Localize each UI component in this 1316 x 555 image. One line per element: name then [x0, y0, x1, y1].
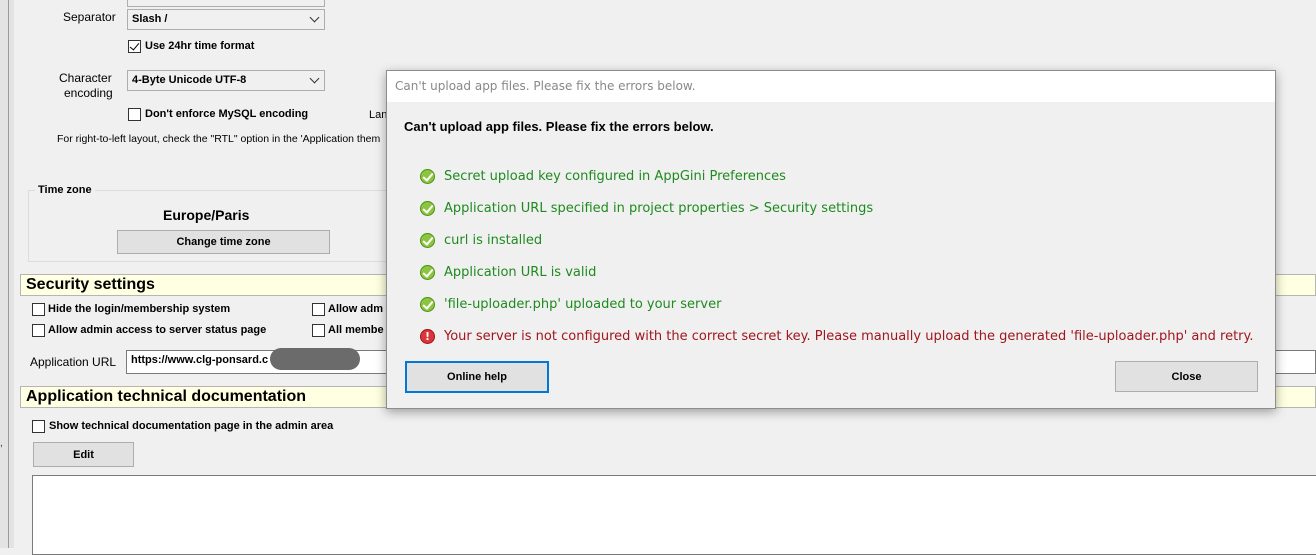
- encoding-value: 4-Byte Unicode UTF-8: [132, 74, 247, 86]
- tech-doc-textarea[interactable]: [32, 475, 1316, 555]
- check-text: 'file-uploader.php' uploaded to your ser…: [444, 296, 722, 312]
- all-members-label: All membe: [328, 324, 384, 336]
- encoding-label-line1: Character: [59, 71, 112, 85]
- check-text: Application URL is valid: [444, 264, 597, 280]
- hide-login-label: Hide the login/membership system: [48, 303, 231, 315]
- encoding-label-line2: encoding: [64, 86, 113, 100]
- check-circle-icon: [420, 296, 435, 312]
- check-row-app-url-valid: Application URL is valid: [420, 263, 596, 281]
- online-help-button[interactable]: Online help: [405, 361, 549, 393]
- allow-admin-status-label: Allow admin access to server status page: [48, 324, 267, 336]
- allow-admin-status-checkbox[interactable]: [32, 324, 45, 337]
- upload-error-dialog: Can't upload app files. Please fix the e…: [386, 70, 1276, 409]
- top-cutoff-select[interactable]: [127, 0, 325, 7]
- check-row-app-url-specified: Application URL specified in project pro…: [420, 199, 873, 217]
- security-settings-title: Security settings: [26, 276, 155, 293]
- chevron-down-icon: [309, 73, 320, 84]
- encoding-select[interactable]: 4-Byte Unicode UTF-8: [127, 70, 325, 91]
- dialog-titlebar[interactable]: Can't upload app files. Please fix the e…: [387, 71, 1275, 102]
- exclamation-circle-icon: !: [420, 328, 435, 344]
- check-circle-icon: [420, 232, 435, 248]
- dont-enforce-label: Don't enforce MySQL encoding: [145, 108, 309, 120]
- language-label: Lan: [369, 109, 388, 121]
- error-text: Your server is not configured with the c…: [444, 328, 1254, 344]
- check-text: curl is installed: [444, 232, 543, 248]
- edit-button[interactable]: Edit: [33, 442, 134, 467]
- use-24hr-label: Use 24hr time format: [145, 40, 255, 52]
- check-row-uploader-uploaded: 'file-uploader.php' uploaded to your ser…: [420, 295, 721, 313]
- show-doc-checkbox[interactable]: [32, 420, 45, 433]
- edge-mark: ,: [0, 438, 3, 449]
- app-url-value: https://www.clg-ponsard.c: [131, 354, 269, 366]
- allow-admin-checkbox[interactable]: [312, 303, 325, 316]
- redaction-blob: [270, 348, 360, 370]
- check-row-curl: curl is installed: [420, 231, 542, 249]
- check-text: Application URL specified in project pro…: [444, 200, 874, 216]
- show-doc-label: Show technical documentation page in the…: [49, 420, 334, 432]
- chevron-down-icon: [309, 12, 320, 23]
- use-24hr-checkbox[interactable]: [128, 40, 141, 53]
- window-left-border: [0, 0, 14, 548]
- check-circle-icon: [420, 200, 435, 216]
- tech-doc-title: Application technical documentation: [26, 388, 307, 405]
- dont-enforce-checkbox[interactable]: [128, 108, 141, 121]
- close-button[interactable]: Close: [1115, 361, 1258, 392]
- all-members-checkbox[interactable]: [312, 324, 325, 337]
- rtl-note: For right-to-left layout, check the "RTL…: [57, 133, 381, 145]
- dialog-title: Can't upload app files. Please fix the e…: [395, 79, 696, 93]
- separator-label: Separator: [63, 10, 116, 24]
- window-left-edge: [8, 0, 9, 548]
- check-circle-icon: [420, 264, 435, 280]
- hide-login-checkbox[interactable]: [32, 303, 45, 316]
- check-circle-icon: [420, 168, 435, 184]
- change-time-zone-button[interactable]: Change time zone: [117, 230, 330, 254]
- check-row-secret-key: Secret upload key configured in AppGini …: [420, 167, 786, 185]
- app-url-label: Application URL: [30, 355, 117, 369]
- dialog-heading: Can't upload app files. Please fix the e…: [404, 119, 714, 134]
- time-zone-label: Time zone: [35, 184, 95, 196]
- allow-admin-label: Allow adm: [328, 303, 384, 315]
- separator-value: Slash /: [132, 13, 168, 25]
- separator-select[interactable]: Slash /: [127, 9, 325, 30]
- check-text: Secret upload key configured in AppGini …: [444, 168, 786, 184]
- check-row-secret-key-error: ! Your server is not configured with the…: [420, 327, 1254, 345]
- time-zone-value: Europe/Paris: [163, 207, 250, 223]
